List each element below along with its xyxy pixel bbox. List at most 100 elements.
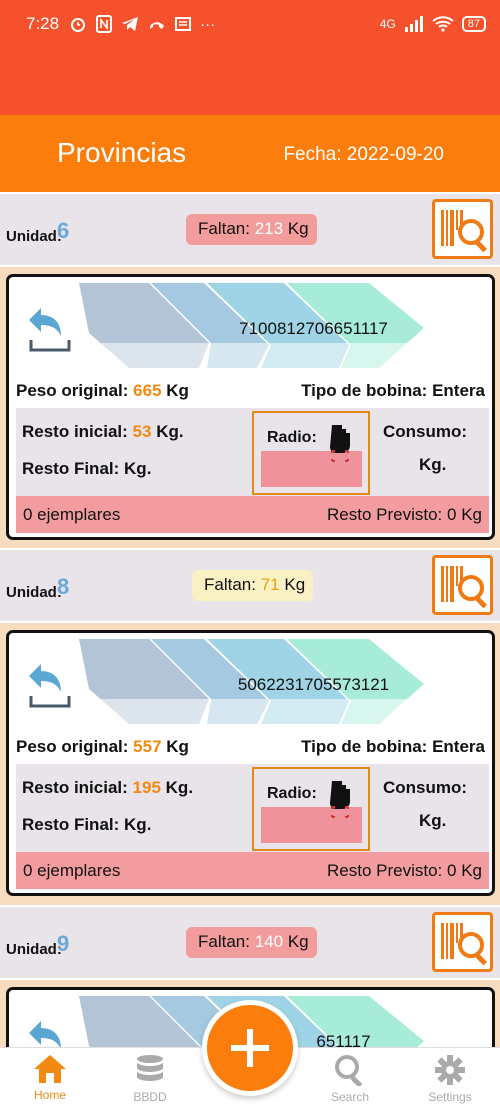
unit-bar: Unidad: 8 Faltan: 71 Kg [0,548,500,623]
resto-final-label: Resto Final: [22,815,120,834]
bobina-code: 7100812706651117 [239,319,388,338]
resto-inicial-value: 195 [132,778,161,797]
barcode-search-button[interactable] [432,912,493,972]
radio-label: Radio: [267,429,317,446]
unit-bar: Unidad: 9 Faltan: 140 Kg [0,905,500,980]
faltan-label: Faltan: [198,219,250,238]
peso-unit: Kg [166,381,189,400]
resto-final-label: Resto Final: [22,459,120,478]
unit-number: 9 [57,931,70,956]
resto-previsto-value: 0 Kg [447,505,482,524]
barcode-search-icon [441,566,488,609]
signal-icon [404,16,423,32]
peso-original: Peso original: 665 Kg [16,381,189,401]
page-title: Provincias [57,137,187,168]
resto-final: Resto Final: Kg. [22,459,151,479]
gear-icon [435,1055,465,1085]
nfc-icon [96,15,113,33]
peso-value: 665 [133,381,162,400]
nav-home-label: Home [33,1088,66,1102]
tap-hand-icon [330,781,350,818]
peso-original: Peso original: 557 Kg [16,737,189,757]
unit-bar: Unidad: 6 Faltan: 213 Kg [0,192,500,267]
tap-hand-icon [330,425,350,462]
peso-value: 557 [133,737,162,756]
peso-label: Peso original: [16,381,129,400]
status-icons: ··· [69,15,215,33]
nav-bbdd-label: BBDD [133,1090,167,1104]
resto-inicial: Resto inicial: 195 Kg. [22,778,193,798]
unit-label: Unidad: [6,228,62,245]
resto-previsto: Resto Previsto: 0 Kg [327,505,482,525]
barcode-search-icon [441,210,488,253]
home-icon [34,1055,66,1083]
barcode-search-button[interactable] [432,555,493,615]
radio-input-box[interactable]: Radio: [252,767,370,851]
resto-inicial-value: 53 [132,422,152,441]
network-type: 4G [379,17,396,31]
barcode-search-icon [441,923,488,966]
consumo-unit: Kg. [419,455,447,474]
consumo-label: Consumo: [383,778,468,797]
tipo-bobina: Tipo de bobina: Entera [301,381,485,401]
resto-final: Resto Final: Kg. [22,815,151,835]
tipo-label: Tipo de bobina: [301,381,428,400]
faltan-unit: Kg [287,219,309,238]
tipo-value: Entera [432,381,485,400]
unit-label: Unidad: [6,584,62,601]
faltan-value: 140 [254,932,284,951]
date-label: Fecha: 2022-09-20 [283,144,444,165]
consumo-unit: Kg. [419,811,447,830]
more-icon: ··· [200,15,216,33]
title-bar: Provincias Fecha: 2022-09-20 [0,115,500,193]
nav-search-label: Search [330,1090,370,1104]
faltan-badge: Faltan: 140 Kg [186,927,317,958]
add-button[interactable] [202,1000,298,1096]
nav-settings-label: Settings [428,1090,472,1104]
nav-home[interactable]: Home [5,1054,95,1102]
radio-label: Radio: [267,785,317,802]
tipo-label: Tipo de bobina: [301,737,428,756]
search-icon [335,1055,363,1086]
bobina-code: 5062231705573121 [237,675,390,694]
consumo-label: Consumo: [383,422,468,441]
barcode-search-button[interactable] [432,199,493,259]
resto-previsto-value: 0 Kg [447,861,482,880]
app-bar-top [0,48,500,115]
faltan-label: Faltan: [204,575,256,594]
resto-inicial-label: Resto inicial: [22,778,128,797]
ejemplares-count: 0 ejemplares [23,861,121,880]
tipo-value: Entera [432,737,485,756]
radio-input-box[interactable]: Radio: [252,411,370,495]
faltan-badge: Faltan: 71 Kg [192,570,314,601]
resto-inicial-unit: Kg. [165,778,194,797]
unit-number: 6 [57,218,70,243]
bobina-card[interactable]: 7100812706651117 Peso original: 665 Kg T… [6,274,495,540]
peso-label: Peso original: [16,737,129,756]
faltan-value: 213 [254,219,284,238]
alarm-icon [71,18,86,32]
database-icon [137,1055,163,1081]
resto-previsto-label: Resto Previsto: [327,505,443,524]
telegram-icon [122,17,139,31]
plus-icon [231,1029,269,1067]
resto-panel: Resto inicial: 195 Kg. Resto Final: Kg. … [16,764,489,852]
ejemplares-count: 0 ejemplares [23,505,121,524]
nav-bbdd[interactable]: BBDD [105,1054,195,1104]
faltan-value: 71 [260,575,280,594]
resto-final-unit: Kg. [124,459,152,478]
tipo-bobina: Tipo de bobina: Entera [301,737,485,757]
unit-label: Unidad: [6,941,62,958]
resto-previsto: Resto Previsto: 0 Kg [327,861,482,881]
bobina-card[interactable]: 5062231705573121 Peso original: 557 Kg T… [6,630,495,896]
status-bar: 7:28 ··· 4G 87 [0,0,500,48]
wifi-icon [432,16,454,32]
resto-inicial: Resto inicial: 53 Kg. [22,422,184,442]
faltan-unit: Kg [287,932,309,951]
peso-unit: Kg [166,737,189,756]
nav-search[interactable]: Search [305,1054,395,1104]
unit-number: 8 [57,574,70,599]
card-footer: 0 ejemplares Resto Previsto: 0 Kg [16,852,489,889]
nav-settings[interactable]: Settings [405,1054,495,1104]
resto-final-unit: Kg. [124,815,152,834]
